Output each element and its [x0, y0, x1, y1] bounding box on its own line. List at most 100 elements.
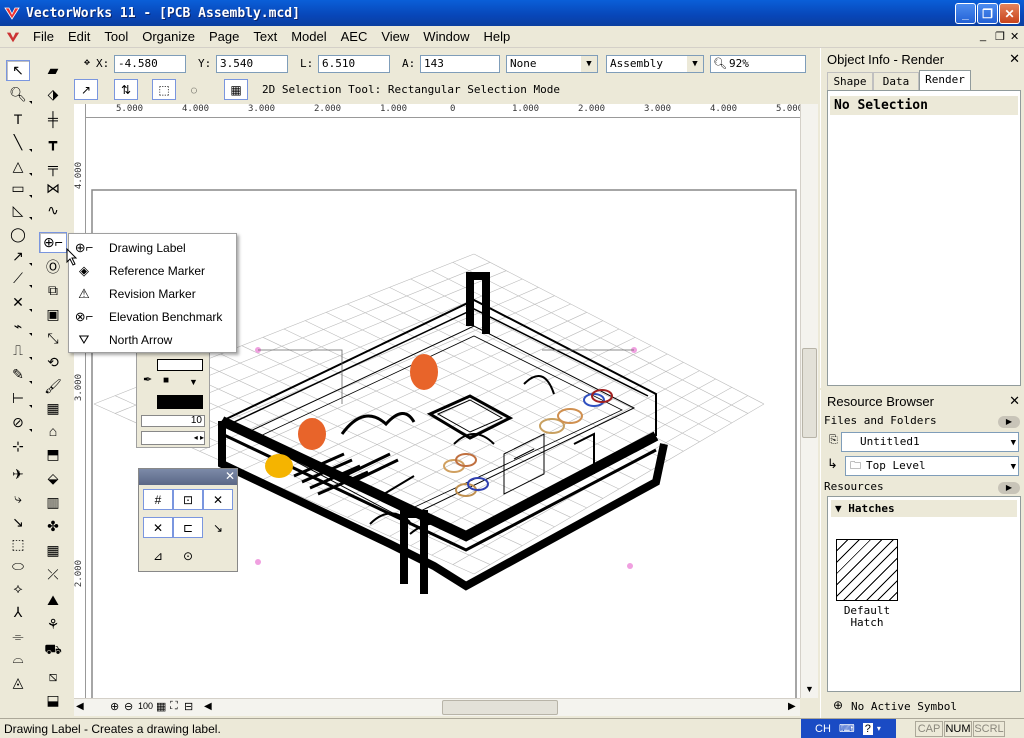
fit-page-icon[interactable]: ▦ [156, 700, 166, 713]
fillet-tool-icon[interactable]: ⌯ [6, 626, 30, 647]
mdi-close-button[interactable]: ✕ [1010, 30, 1019, 43]
line-tool-icon[interactable]: ╲ [6, 132, 32, 153]
y-field[interactable]: 3.540 [216, 55, 288, 73]
column-tool-icon[interactable]: ▥ [41, 492, 65, 513]
menu-item-revision-marker[interactable]: ⚠ Revision Marker [69, 282, 236, 305]
scroll-down-icon[interactable]: ▼ [805, 684, 814, 694]
ime-language[interactable]: CH [815, 723, 831, 735]
mdi-restore-button[interactable]: ❐ [995, 30, 1005, 43]
scroll-right-icon[interactable]: ▶ [788, 701, 796, 712]
scroll-tool-icon[interactable]: ◬ [6, 672, 30, 693]
snap-edge-icon[interactable]: ⊙ [173, 545, 203, 566]
pan-tool-icon[interactable]: ↘ [6, 512, 30, 533]
tab-render[interactable]: Render [919, 70, 971, 90]
paint-tool-icon[interactable]: 🖌︎ [41, 376, 65, 397]
rectangular-marquee-mode-icon[interactable]: ⬚ [152, 79, 176, 100]
nurbs-tool-icon[interactable]: ⟡ [6, 578, 30, 599]
drawing-label-tool-icon[interactable]: ⊕⌐ [39, 232, 67, 253]
menu-item-drawing-label[interactable]: ⊕⌐ Drawing Label [69, 236, 236, 259]
x-field[interactable]: -4.580 [114, 55, 186, 73]
lasso-mode-icon[interactable]: ◌ [182, 79, 206, 100]
snap-tangent-icon[interactable]: ↘ [203, 517, 233, 538]
site-model-tool-icon[interactable]: ⛰︎ [41, 590, 65, 611]
rectangle-tool-icon[interactable]: ▭ [6, 178, 32, 199]
arrowhead-selector[interactable]: ◂ ▸ [141, 431, 205, 445]
walkthrough-tool-icon[interactable]: ⤷ [6, 488, 30, 509]
pen-style-icon[interactable]: ■ [163, 375, 169, 386]
menu-item-elevation-benchmark[interactable]: ⊗⌐ Elevation Benchmark [69, 305, 236, 328]
ime-toolbar[interactable]: CH ⌨ ? ▾ [801, 719, 896, 738]
l-field[interactable]: 6.510 [318, 55, 390, 73]
files-menu-icon[interactable]: ▶ [998, 416, 1020, 428]
flyover-tool-icon[interactable]: ✈︎ [6, 464, 30, 485]
a-field[interactable]: 143 [420, 55, 500, 73]
zoom-100-icon[interactable]: 100 [138, 701, 153, 711]
page-setup-icon[interactable]: ⊟ [184, 700, 193, 713]
menu-model[interactable]: Model [284, 29, 333, 44]
zoom-tool-icon[interactable]: 🔍︎ [6, 84, 32, 105]
menu-page[interactable]: Page [202, 29, 246, 44]
extrude-tool-icon[interactable]: ⬗ [41, 84, 65, 105]
polyline-tool-icon[interactable]: ◺ [6, 200, 32, 221]
symbol-tool-icon[interactable]: ✤ [41, 516, 65, 537]
horizontal-scroll-thumb[interactable] [442, 700, 558, 715]
menu-view[interactable]: View [374, 29, 416, 44]
folder-selector[interactable]: 🗀 Top Level ▼ [845, 456, 1019, 476]
menu-file[interactable]: File [26, 29, 61, 44]
keyboard-icon[interactable]: ⌨ [839, 722, 855, 735]
close-icon[interactable]: ✕ [1009, 393, 1020, 409]
slab-tool-icon[interactable]: ⬒ [41, 444, 65, 465]
default-hatch-swatch[interactable] [836, 539, 898, 601]
menu-help[interactable]: Help [477, 29, 518, 44]
spring-tool-icon[interactable]: ∿ [41, 200, 65, 221]
menu-organize[interactable]: Organize [135, 29, 202, 44]
sweep-tool-icon[interactable]: ⬚ [6, 534, 30, 555]
close-button[interactable]: ✕ [999, 3, 1020, 24]
rotate-mode-icon[interactable]: ⇅ [114, 79, 138, 100]
rotate-tool-icon[interactable]: ⟲ [41, 352, 65, 373]
3d-box-tool-icon[interactable]: ▰ [41, 60, 65, 81]
locus-tool-icon[interactable]: ⊹ [6, 436, 30, 457]
page-prev-icon[interactable]: ◀ [76, 701, 84, 712]
grid-tool-icon[interactable]: ▦ [41, 540, 65, 561]
menu-aec[interactable]: AEC [334, 29, 375, 44]
vertical-scrollbar[interactable]: ▼ [800, 104, 818, 698]
attach-tool-icon[interactable]: ⧉ [41, 280, 65, 301]
landscape-tool-icon[interactable]: ⚘ [41, 614, 65, 635]
class-dropdown[interactable]: None ▼ [506, 55, 598, 73]
menu-text[interactable]: Text [246, 29, 284, 44]
menu-edit[interactable]: Edit [61, 29, 97, 44]
zoom-in-icon[interactable]: ⊕ [110, 700, 119, 713]
snap-palette-titlebar[interactable]: ✕ [139, 469, 237, 485]
trim-tool-icon[interactable]: ⊢ [6, 388, 32, 409]
pen-color-swatch[interactable] [157, 395, 203, 409]
zoom-field[interactable]: 🔍︎ 92% [710, 55, 806, 73]
chevron-down-icon[interactable]: ▾ [877, 724, 881, 733]
zoom-out-icon[interactable]: ⊖ [124, 700, 133, 713]
restore-button[interactable]: ❐ [977, 3, 998, 24]
snap-distance-icon[interactable]: ⊏ [173, 517, 203, 538]
mdi-minimize-button[interactable]: _ [980, 30, 986, 42]
snap-grid-icon[interactable]: # [143, 489, 173, 510]
double-line-tool-icon[interactable]: ⟋ [6, 268, 32, 289]
settings-mode-icon[interactable]: ▦ [224, 79, 248, 100]
menu-tool[interactable]: Tool [97, 29, 135, 44]
scroll-left-icon[interactable]: ◀ [204, 701, 212, 712]
axis-tool-icon[interactable]: ⅄ [6, 602, 30, 623]
fill-swatch[interactable] [157, 359, 203, 371]
selection-tool-icon[interactable]: ↖ [6, 60, 30, 81]
file-selector[interactable]: Untitled1 ▼ [841, 432, 1019, 452]
viewport-tool-icon[interactable]: ▣ [41, 304, 65, 325]
stairs-tool-icon[interactable]: ╤ [41, 156, 65, 177]
resources-menu-icon[interactable]: ▶ [998, 482, 1020, 494]
polygon-tool-icon[interactable]: △ [6, 156, 32, 177]
section-tool-icon[interactable]: ⤫ [41, 564, 65, 585]
shell-tool-icon[interactable]: ⬭ [6, 556, 30, 577]
close-icon[interactable]: ✕ [1009, 51, 1020, 67]
x-tool-icon[interactable]: ✕ [6, 292, 32, 313]
snap-angle-icon[interactable]: ✕ [203, 489, 233, 510]
menu-item-north-arrow[interactable]: ⛛ North Arrow [69, 328, 236, 351]
oval-tool-icon[interactable]: ◯ [6, 224, 30, 245]
layer-dropdown[interactable]: Assembly ▼ [606, 55, 704, 73]
menu-item-reference-marker[interactable]: ◈ Reference Marker [69, 259, 236, 282]
